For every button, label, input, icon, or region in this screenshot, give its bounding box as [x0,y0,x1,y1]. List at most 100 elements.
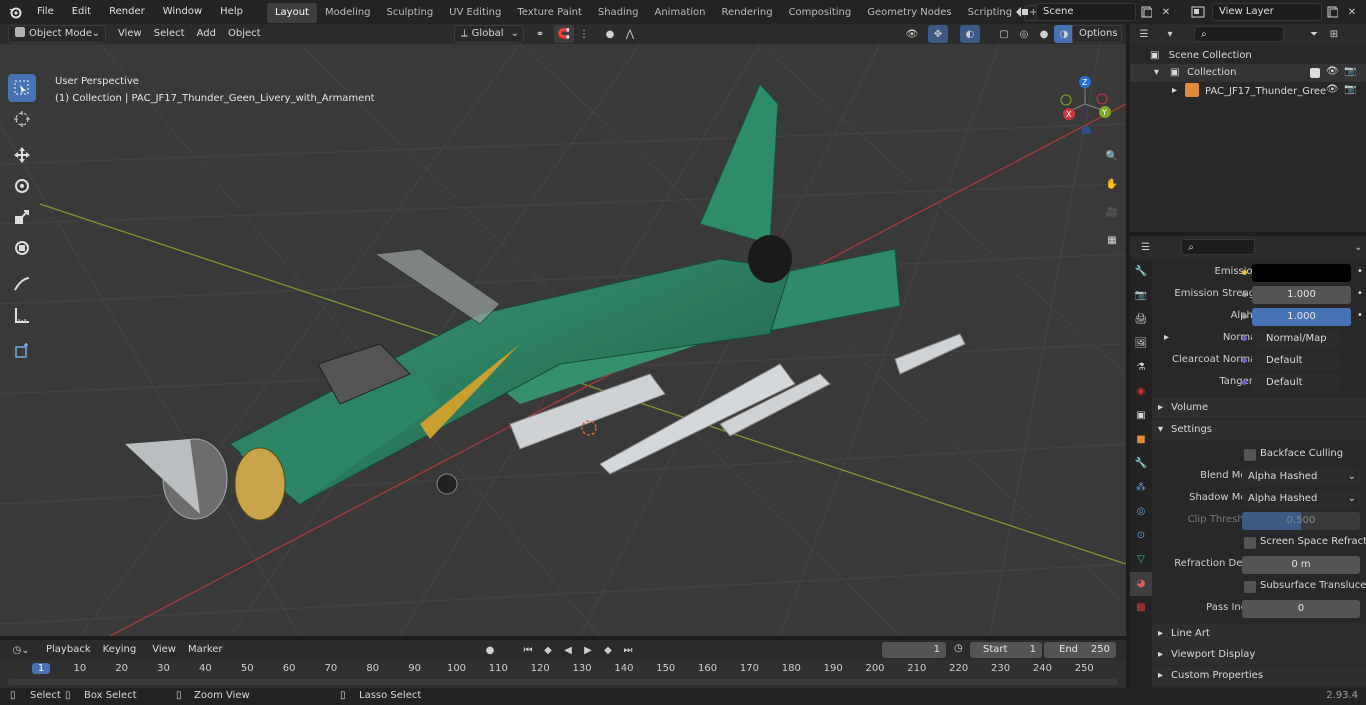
clock-icon[interactable]: ◷ [954,643,963,654]
transform-orientation-dropdown[interactable]: ⟂ Global ⌄ [454,25,524,43]
material-tab-icon[interactable]: ◕ [1130,572,1152,596]
camera-icon[interactable]: 🎥 [1098,198,1126,226]
snap-target-icon[interactable]: ⋮ [574,25,594,43]
menu-object[interactable]: Object [222,25,267,43]
select-box-tool-icon[interactable] [8,74,36,102]
proportional-edit-icon[interactable]: ● [600,25,620,43]
viewport-display-panel-header[interactable]: ▸ Viewport Display [1152,645,1366,665]
tool-tab-icon[interactable]: 🔧 [1130,260,1152,284]
current-frame-field[interactable]: 1 [882,642,946,658]
properties-search-input[interactable]: ⌕ [1181,239,1255,255]
pivot-icon[interactable]: ⚭ [530,25,550,43]
collection-tab-icon[interactable]: ▣ [1130,404,1152,428]
subsurface-translucency-checkbox[interactable] [1244,581,1256,593]
modifier-tab-icon[interactable]: 🔧 [1130,452,1152,476]
gizmo-toggle-icon[interactable]: ✥ [928,25,948,43]
start-frame-field[interactable]: Start 1 [970,642,1042,658]
prev-keyframe-icon[interactable]: ◆ [538,641,558,659]
auto-keying-icon[interactable]: ● [480,641,500,659]
overlay-toggle-icon[interactable]: ◐ [960,25,980,43]
menu-playback[interactable]: Playback [40,641,97,659]
object-row[interactable]: ▸ PAC_JF17_Thunder_Gree 👁 📷 [1130,82,1366,100]
pass-index-field[interactable]: 0 [1242,600,1360,618]
jump-end-icon[interactable]: ⏭ [618,641,638,659]
constraints-tab-icon[interactable]: ⊙ [1130,524,1152,548]
socket-dot[interactable] [1242,314,1247,319]
play-icon[interactable]: ▶ [578,641,598,659]
refraction-depth-field[interactable]: 0 m [1242,556,1360,574]
socket-dot[interactable] [1242,358,1247,363]
add-cube-tool-icon[interactable] [8,337,36,365]
scale-tool-icon[interactable] [8,203,36,231]
tab-layout[interactable]: Layout [266,3,317,23]
3d-viewport[interactable]: User Perspective (1) Collection | PAC_JF… [0,44,1126,636]
physics-tab-icon[interactable]: ◎ [1130,500,1152,524]
move-tool-icon[interactable] [8,141,36,169]
chevron-right-icon[interactable]: ▸ [1164,332,1169,343]
new-scene-icon[interactable] [1136,3,1156,21]
timeline-editor-type-icon[interactable]: ◷⌄ [6,641,36,659]
play-reverse-icon[interactable]: ◀ [558,641,578,659]
exclude-checkbox[interactable] [1310,68,1320,78]
scene-field[interactable]: Scene [1036,3,1136,21]
line-art-panel-header[interactable]: ▸ Line Art [1152,624,1366,644]
wireframe-shading-icon[interactable]: ◎ [1014,25,1034,43]
normal-link-field[interactable]: Normal/Map [1252,330,1340,348]
volume-panel-header[interactable]: ▸ Volume [1152,398,1366,418]
view-layer-tab-icon[interactable]: 🖼 [1130,332,1152,356]
annotate-tool-icon[interactable] [8,270,36,298]
tab-texture-paint[interactable]: Texture Paint [509,3,590,23]
data-tab-icon[interactable]: ▽ [1130,548,1152,572]
options-button[interactable]: Options [1072,25,1122,43]
blend-mode-dropdown[interactable]: Alpha Hashed ⌄ [1242,468,1360,486]
pan-hand-icon[interactable]: ✋ [1098,170,1126,198]
zoom-icon[interactable]: 🔍 [1098,142,1126,170]
shadow-mode-dropdown[interactable]: Alpha Hashed ⌄ [1242,490,1360,508]
tangent-field[interactable]: Default [1252,374,1340,392]
display-mode-icon[interactable]: ▾ [1160,25,1180,43]
outliner-search-input[interactable]: ⌕ [1194,26,1284,42]
keyframe-dot-icon[interactable]: • [1357,310,1363,321]
tab-compositing[interactable]: Compositing [781,3,860,23]
menu-select[interactable]: Select [148,25,191,43]
emission-strength-field[interactable]: 1.000 [1252,286,1351,304]
settings-panel-header[interactable]: ▾ Settings [1152,420,1366,440]
tab-uv-editing[interactable]: UV Editing [441,3,509,23]
ortho-grid-icon[interactable]: ▦ [1098,226,1126,254]
timeline[interactable]: 1 10 20 30 40 50 60 70 80 90 100 110 120 130 140 150 160… [0,660,1126,688]
world-tab-icon[interactable]: ◉ [1130,380,1152,404]
collection-row[interactable]: ▾ ▣ Collection 👁 📷 [1130,64,1366,82]
clip-threshold-slider[interactable]: 0.500 [1242,512,1360,530]
scene-collection-row[interactable]: ▣ Scene Collection [1150,50,1252,61]
texture-tab-icon[interactable]: ▩ [1130,596,1152,620]
timeline-scrollbar[interactable] [8,679,1118,685]
navigation-gizmo[interactable]: Z Y X [1060,74,1120,136]
clearcoat-normal-field[interactable]: Default [1252,352,1340,370]
view-layer-field[interactable]: View Layer [1212,3,1322,21]
transform-tool-icon[interactable] [8,234,36,262]
object-tab-icon[interactable]: ■ [1130,428,1152,452]
filter-icon[interactable]: ⏷ [1304,25,1324,43]
backface-culling-checkbox[interactable] [1244,449,1256,461]
screen-space-refraction-row[interactable]: Screen Space Refraction [1152,532,1366,554]
alpha-field[interactable]: 1.000 [1252,308,1351,326]
menu-add[interactable]: Add [191,25,222,43]
chevron-right-icon[interactable]: ▸ [1172,85,1177,96]
camera-icon[interactable]: 📷 [1344,84,1356,95]
delete-view-layer-icon[interactable]: ✕ [1342,3,1362,21]
mode-dropdown[interactable]: Object Mode ⌄ [8,25,106,43]
screen-space-refraction-checkbox[interactable] [1244,537,1256,549]
properties-editor-type-icon[interactable]: ☰ [1138,238,1153,256]
socket-dot[interactable] [1242,336,1247,341]
socket-dot[interactable] [1242,380,1247,385]
menu-help[interactable]: Help [211,0,252,24]
menu-window[interactable]: Window [154,0,211,24]
cursor-tool-icon[interactable] [8,105,36,133]
tab-shading[interactable]: Shading [590,3,647,23]
measure-tool-icon[interactable] [8,301,36,329]
menu-keying[interactable]: Keying [97,641,143,659]
socket-dot[interactable] [1242,270,1247,275]
eye-icon[interactable]: 👁 [1326,66,1339,77]
view-layer-icon[interactable] [1188,3,1208,21]
socket-dot[interactable] [1242,292,1247,297]
